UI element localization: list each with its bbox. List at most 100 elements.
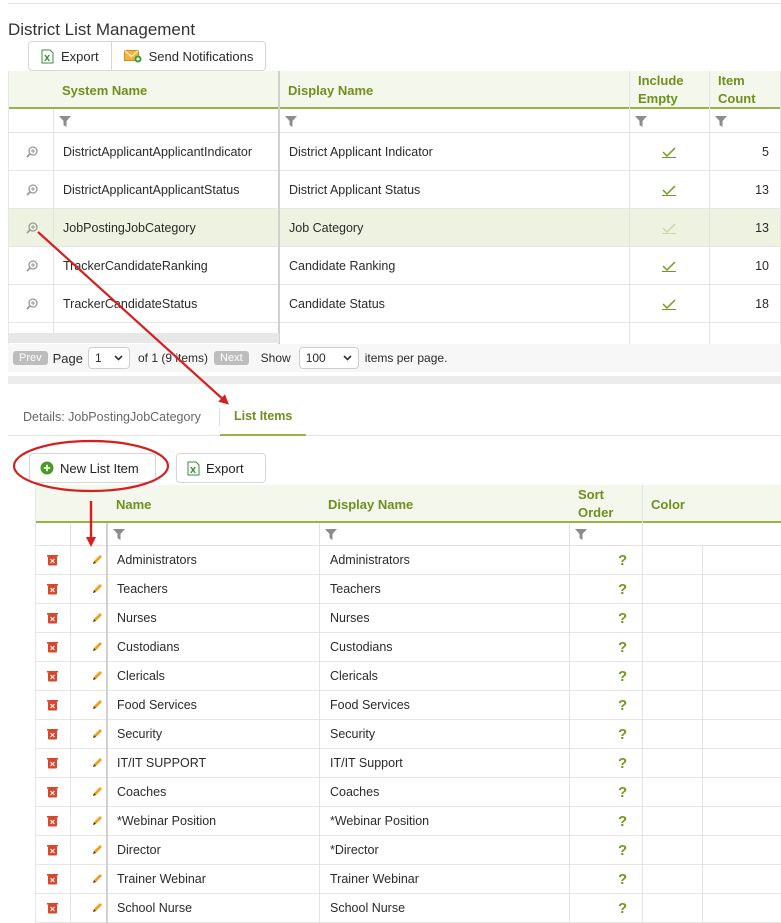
delete-button[interactable] xyxy=(47,894,58,922)
delete-button[interactable] xyxy=(47,575,58,603)
edit-button[interactable] xyxy=(91,865,103,893)
list-item-row[interactable]: Security Security? xyxy=(36,720,781,749)
export-button[interactable]: X Export xyxy=(29,42,111,70)
filter-name[interactable] xyxy=(113,523,125,546)
col-display-name[interactable]: Display Name xyxy=(328,485,413,523)
include-empty-cell xyxy=(661,171,677,208)
list-item-row[interactable]: Administrators Administrators? xyxy=(36,546,781,575)
filter-include-empty[interactable] xyxy=(635,109,647,133)
list-items-grid: Name Display Name Sort Order Color Admin… xyxy=(35,485,781,923)
delete-button[interactable] xyxy=(47,720,58,748)
delete-button[interactable] xyxy=(47,662,58,690)
list-item-row[interactable]: Coaches Coaches? xyxy=(36,778,781,807)
edit-button[interactable] xyxy=(91,604,103,632)
display-name-cell: Administrators xyxy=(330,553,410,567)
list-item-row[interactable]: School Nurse School Nurse? xyxy=(36,894,781,923)
edit-button[interactable] xyxy=(91,836,103,864)
trash-icon xyxy=(47,903,58,914)
table-row[interactable]: JobPostingJobCategory Job Category 13 xyxy=(9,209,781,247)
delete-button[interactable] xyxy=(47,691,58,719)
delete-button[interactable] xyxy=(47,807,58,835)
horizontal-scrollbar[interactable] xyxy=(9,333,279,343)
pencil-icon xyxy=(93,758,102,767)
col-name[interactable]: Name xyxy=(116,485,151,523)
sort-order-cell: ? xyxy=(618,754,628,772)
edit-button[interactable] xyxy=(91,749,103,777)
col-system-name[interactable]: System Name xyxy=(62,71,147,109)
edit-button[interactable] xyxy=(91,691,103,719)
filter-display-name[interactable] xyxy=(325,523,337,546)
view-button[interactable] xyxy=(25,171,39,208)
edit-button[interactable] xyxy=(91,807,103,835)
delete-button[interactable] xyxy=(47,749,58,777)
item-count-cell: 13 xyxy=(755,182,769,197)
per-page-value: 100 xyxy=(305,351,326,365)
filter-row xyxy=(36,523,781,546)
filter-system-name[interactable] xyxy=(59,109,71,133)
delete-button[interactable] xyxy=(47,778,58,806)
col-display-name[interactable]: Display Name xyxy=(288,71,373,109)
col-sort-order[interactable]: Sort Order xyxy=(578,485,613,523)
list-item-row[interactable]: Teachers Teachers? xyxy=(36,575,781,604)
delete-button[interactable] xyxy=(47,604,58,632)
table-row[interactable]: DistrictApplicantApplicantIndicator Distr… xyxy=(9,133,781,171)
view-button[interactable] xyxy=(25,133,39,170)
view-button[interactable] xyxy=(25,247,39,284)
list-item-row[interactable]: Food Services Food Services? xyxy=(36,691,781,720)
delete-button[interactable] xyxy=(47,546,58,574)
per-page-select[interactable]: 100 xyxy=(298,347,359,369)
chevron-down-icon xyxy=(114,355,123,361)
list-item-row[interactable]: Clericals Clericals? xyxy=(36,662,781,691)
pencil-icon xyxy=(93,787,102,796)
col-include-empty[interactable]: Include Empty xyxy=(638,71,684,109)
detail-tabs: Details: JobPostingJobCategory List Item… xyxy=(8,398,781,436)
check-icon xyxy=(662,222,676,234)
display-name-cell: Security xyxy=(330,727,376,741)
filter-sort-order[interactable] xyxy=(575,523,587,546)
edit-button[interactable] xyxy=(91,662,103,690)
send-notifications-button[interactable]: Send Notifications xyxy=(110,42,266,70)
trash-icon xyxy=(47,758,58,769)
list-item-row[interactable]: Custodians Custodians? xyxy=(36,633,781,662)
list-item-row[interactable]: IT/IT SUPPORT IT/IT Support? xyxy=(36,749,781,778)
edit-button[interactable] xyxy=(91,778,103,806)
funnel-icon xyxy=(635,115,647,127)
filter-display-name[interactable] xyxy=(285,109,297,133)
pencil-icon xyxy=(93,903,102,912)
show-label: Show xyxy=(260,351,291,365)
prev-button[interactable]: Prev xyxy=(13,351,48,365)
edit-button[interactable] xyxy=(91,894,103,922)
delete-button[interactable] xyxy=(47,633,58,661)
col-item-count[interactable]: Item Count xyxy=(718,71,756,109)
delete-button[interactable] xyxy=(47,865,58,893)
list-item-row[interactable]: Director *Director? xyxy=(36,836,781,865)
include-empty-cell xyxy=(661,209,677,246)
table-row[interactable]: TrackerCandidateStatus Candidate Status 18 xyxy=(9,285,781,323)
list-item-row[interactable]: Trainer Webinar Trainer Webinar? xyxy=(36,865,781,894)
new-list-item-button[interactable]: New List Item xyxy=(29,453,156,483)
sort-order-cell: ? xyxy=(618,638,628,656)
delete-button[interactable] xyxy=(47,836,58,864)
list-item-row[interactable]: Nurses Nurses? xyxy=(36,604,781,633)
view-button[interactable] xyxy=(25,285,39,322)
col-color[interactable]: Color xyxy=(651,485,685,523)
chevron-down-icon xyxy=(343,355,352,361)
trash-icon xyxy=(47,642,58,653)
edit-button[interactable] xyxy=(91,633,103,661)
table-row[interactable]: DistrictApplicantApplicantStatus District… xyxy=(9,171,781,209)
edit-button[interactable] xyxy=(91,720,103,748)
list-item-row[interactable]: *Webinar Position *Webinar Position? xyxy=(36,807,781,836)
sort-order-cell: ? xyxy=(618,667,628,685)
tab-list-items[interactable]: List Items xyxy=(220,398,307,436)
tab-details[interactable]: Details: JobPostingJobCategory xyxy=(23,398,201,436)
table-row[interactable]: TrackerCandidateRanking Candidate Ranking… xyxy=(9,247,781,285)
next-button[interactable]: Next xyxy=(214,351,249,365)
envelope-icon xyxy=(123,50,142,63)
view-button[interactable] xyxy=(25,209,39,246)
export-list-items-button[interactable]: X Export xyxy=(176,453,266,483)
edit-button[interactable] xyxy=(91,546,103,574)
page-select[interactable]: 1 xyxy=(88,347,130,369)
page-label: Page xyxy=(52,350,83,366)
edit-button[interactable] xyxy=(91,575,103,603)
filter-item-count[interactable] xyxy=(715,109,727,133)
